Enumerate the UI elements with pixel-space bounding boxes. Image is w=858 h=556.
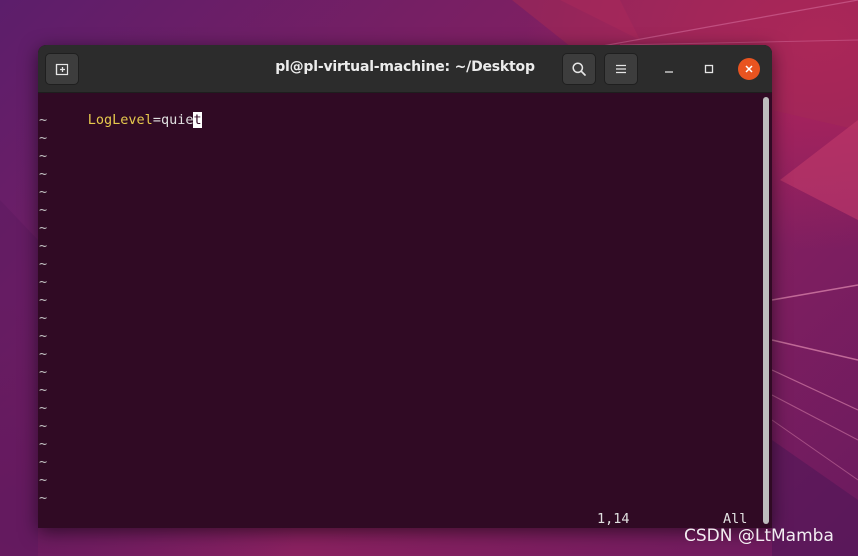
scrollbar[interactable]	[760, 93, 772, 528]
empty-line-marker: ~	[39, 346, 48, 362]
editor-line-1[interactable]: LogLevel=quiet	[39, 93, 202, 128]
minimize-button[interactable]	[658, 58, 680, 80]
empty-line-marker: ~	[39, 256, 48, 272]
search-button[interactable]	[562, 53, 596, 85]
empty-line-marker: ~	[39, 274, 48, 290]
empty-line-marker: ~	[39, 436, 48, 452]
empty-line-marker: ~	[39, 418, 48, 434]
empty-line-marker: ~	[39, 310, 48, 326]
close-button[interactable]	[738, 58, 760, 80]
empty-line-marker: ~	[39, 148, 48, 164]
empty-line-marker: ~	[39, 202, 48, 218]
empty-line-marker: ~	[39, 328, 48, 344]
cursor-position-status: 1,14	[597, 511, 630, 527]
window-titlebar[interactable]: pl@pl-virtual-machine: ~/Desktop	[38, 45, 772, 93]
hamburger-menu-icon	[614, 62, 628, 76]
close-icon	[744, 64, 754, 74]
maximize-button[interactable]	[698, 58, 720, 80]
empty-line-marker: ~	[39, 292, 48, 308]
menu-button[interactable]	[604, 53, 638, 85]
empty-line-marker: ~	[39, 130, 48, 146]
empty-line-marker: ~	[39, 112, 48, 128]
empty-line-marker: ~	[39, 382, 48, 398]
text-cursor: t	[193, 112, 202, 128]
scrollbar-thumb[interactable]	[763, 97, 769, 524]
maximize-icon	[704, 64, 714, 74]
empty-line-marker: ~	[39, 220, 48, 236]
config-key: LogLevel	[87, 112, 153, 128]
empty-line-marker: ~	[39, 238, 48, 254]
empty-line-marker: ~	[39, 454, 48, 470]
empty-line-marker: ~	[39, 400, 48, 416]
empty-line-marker: ~	[39, 166, 48, 182]
empty-line-marker: ~	[39, 472, 48, 488]
watermark: CSDN @LtMamba	[684, 526, 834, 546]
minimize-icon	[664, 64, 674, 74]
config-value: quie	[160, 112, 194, 128]
terminal-window[interactable]: pl@pl-virtual-machine: ~/Desktop LogLeve…	[38, 45, 772, 528]
empty-line-marker: ~	[39, 490, 48, 506]
config-equals: =	[152, 112, 161, 128]
empty-line-marker: ~	[39, 184, 48, 200]
empty-line-marker: ~	[39, 364, 48, 380]
search-icon	[571, 61, 587, 77]
terminal-content[interactable]: LogLevel=quiet ~ ~ ~ ~ ~ ~ ~ ~ ~ ~ ~ ~ ~…	[38, 93, 760, 528]
